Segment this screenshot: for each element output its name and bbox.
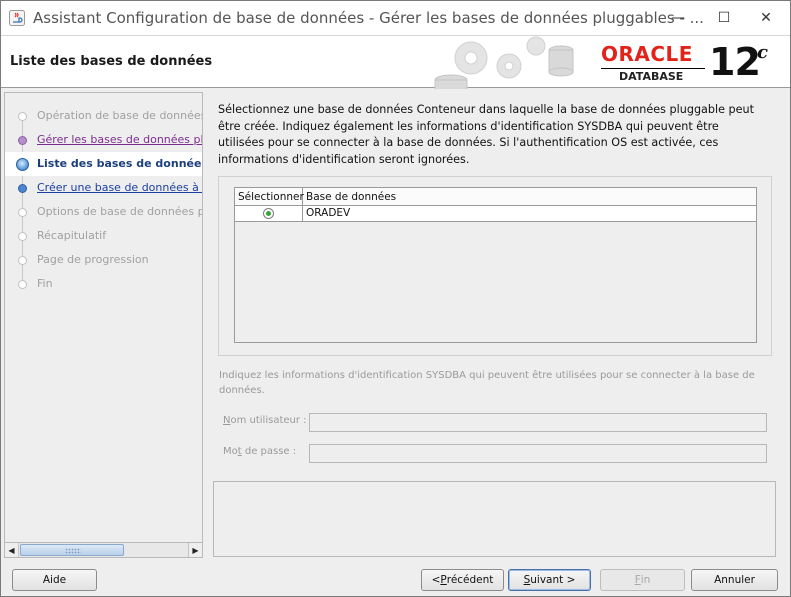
step-create-pdb[interactable]: Créer une base de données à la conteneur: [5, 176, 202, 200]
password-label-pre: Mo: [223, 446, 238, 457]
title-bar: Assistant Configuration de base de donné…: [1, 1, 790, 35]
steps-horizontal-scrollbar[interactable]: ◀ ▶: [4, 542, 203, 558]
step-label[interactable]: Créer une base de données à la conteneur: [37, 181, 202, 194]
step-pdb-options: Options de base de données pluggable: [5, 200, 202, 224]
content-panel: Sélectionnez une base de données Contene…: [203, 90, 790, 560]
previous-prefix: <: [431, 574, 441, 586]
step-label: Options de base de données pluggable: [37, 205, 202, 218]
step-dot-icon: [18, 184, 27, 193]
step-dot-icon: [18, 232, 27, 241]
select-radio[interactable]: [263, 208, 274, 219]
password-label: Mot de passe :: [223, 446, 296, 457]
column-header-database[interactable]: Base de données: [303, 188, 756, 205]
oracle-logo: ORACLE DATABASE: [601, 42, 705, 84]
step-label: Fin: [37, 277, 53, 290]
oracle-brand: ORACLE: [601, 42, 693, 66]
password-label-rest: de passe :: [241, 446, 297, 457]
previous-rest: récédent: [446, 574, 494, 586]
database-selection-group: Sélectionner Base de données ORADEV: [218, 176, 772, 356]
java-app-icon: [9, 10, 25, 26]
step-progress: Page de progression: [5, 248, 202, 272]
minimize-icon: —: [671, 10, 685, 26]
gears-illustration-icon: [434, 36, 574, 89]
step-database-list: Liste des bases de données: [5, 152, 202, 176]
column-header-select[interactable]: Sélectionner: [235, 188, 304, 205]
finish-button[interactable]: Fin: [600, 569, 685, 591]
next-mnemonic: S: [523, 574, 531, 586]
table-row[interactable]: ORADEV: [235, 206, 756, 222]
arrow-left-icon: ◀: [8, 545, 15, 555]
step-operation: Opération de base de données: [5, 104, 203, 128]
close-button[interactable]: ✕: [743, 1, 789, 35]
logo-divider: [601, 68, 705, 69]
step-finish: Fin: [5, 272, 202, 296]
wizard-steps-panel: Opération de base de données Gérer les b…: [4, 92, 203, 558]
current-step-icon: [16, 158, 29, 171]
version-number: 12: [709, 40, 761, 84]
cancel-button[interactable]: Annuler: [691, 569, 778, 591]
step-dot-icon: [18, 208, 27, 217]
next-rest: uivant >: [530, 574, 576, 586]
grip-icon: [65, 548, 81, 554]
step-label: Liste des bases de données: [37, 157, 203, 170]
page-title: Liste des bases de données: [10, 54, 213, 69]
username-field[interactable]: [309, 413, 767, 432]
next-button[interactable]: Suivant >: [508, 569, 591, 591]
previous-button[interactable]: < Précédent: [421, 569, 504, 591]
step-label: Page de progression: [37, 253, 149, 266]
scroll-thumb[interactable]: [20, 544, 124, 556]
database-cell[interactable]: ORADEV: [303, 206, 756, 221]
step-summary: Récapitulatif: [5, 224, 202, 248]
step-dot-icon: [18, 256, 27, 265]
step-label[interactable]: Gérer les bases de données pluggables: [37, 133, 202, 146]
window-title: Assistant Configuration de base de donné…: [33, 9, 704, 27]
close-icon: ✕: [760, 10, 772, 26]
arrow-right-icon: ▶: [192, 545, 199, 555]
password-field[interactable]: [309, 444, 767, 463]
credentials-note: Indiquez les informations d'identificati…: [219, 370, 755, 396]
step-label: Opération de base de données: [37, 109, 203, 122]
header-banner: Liste des bases de données ORACLE DATABA…: [1, 35, 790, 89]
maximize-icon: ☐: [717, 10, 731, 26]
table-header: Sélectionner Base de données: [235, 188, 756, 206]
step-dot-icon: [18, 136, 27, 145]
message-area: [213, 481, 776, 557]
help-button[interactable]: Aide: [12, 569, 97, 591]
scroll-left-button[interactable]: ◀: [5, 543, 19, 557]
select-cell[interactable]: [235, 206, 303, 221]
maximize-button[interactable]: ☐: [701, 1, 747, 35]
minimize-button[interactable]: —: [655, 1, 701, 35]
scroll-right-button[interactable]: ▶: [188, 543, 202, 557]
version-suffix: c: [757, 42, 768, 63]
step-dot-icon: [18, 112, 27, 121]
instructions-text: Sélectionnez une base de données Contene…: [218, 103, 755, 166]
database-table: Sélectionner Base de données ORADEV: [234, 187, 757, 343]
oracle-product: DATABASE: [619, 70, 684, 83]
username-label-rest: om utilisateur :: [230, 415, 307, 426]
finish-rest: in: [640, 574, 651, 586]
step-manage-pdb[interactable]: Gérer les bases de données pluggables: [5, 128, 202, 152]
wizard-window: Assistant Configuration de base de donné…: [0, 0, 791, 597]
username-label: Nom utilisateur :: [223, 415, 307, 426]
step-label: Récapitulatif: [37, 229, 107, 242]
step-dot-icon: [18, 280, 27, 289]
